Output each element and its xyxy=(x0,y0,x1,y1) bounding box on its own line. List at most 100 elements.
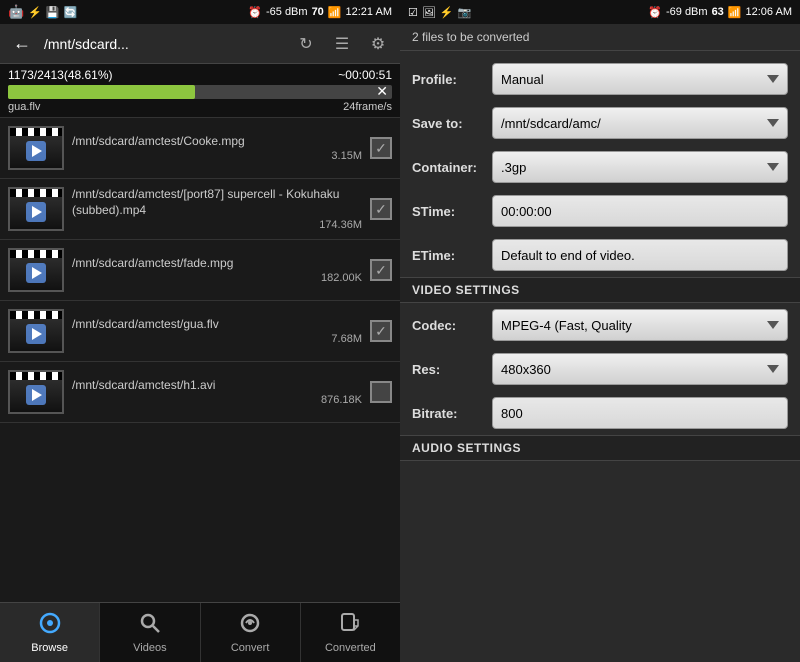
list-item[interactable]: /mnt/sdcard/amctest/[port87] supercell -… xyxy=(0,179,400,240)
bars-value-right: 63 xyxy=(712,6,724,18)
convert-header: 2 files to be converted xyxy=(400,24,800,51)
progress-close-button[interactable]: ✕ xyxy=(376,84,388,98)
alarm-icon-right: ⏰ xyxy=(648,6,662,19)
list-item[interactable]: /mnt/sdcard/amctest/h1.avi 876.18K xyxy=(0,362,400,423)
convert-label: Convert xyxy=(231,642,270,654)
file-checkbox[interactable] xyxy=(370,381,392,403)
right-status-right: ⏰ -69 dBm 63 📶 12:06 AM xyxy=(648,6,792,19)
file-path: /mnt/sdcard/amctest/fade.mpg xyxy=(72,256,362,272)
menu-button[interactable]: ☰ xyxy=(328,30,356,58)
res-label: Res: xyxy=(412,362,492,377)
alarm-icon: ⏰ xyxy=(248,6,262,19)
files-to-convert: 2 files to be converted xyxy=(412,30,529,44)
save-to-dropdown-arrow xyxy=(767,119,779,127)
list-item[interactable]: /mnt/sdcard/amctest/Cooke.mpg 3.15M xyxy=(0,118,400,179)
time-remaining: ~00:00:51 xyxy=(338,68,392,82)
current-filename: gua.flv xyxy=(8,101,40,113)
left-status-right: ⏰ -65 dBm 70 📶 12:21 AM xyxy=(248,6,392,19)
file-checkbox[interactable] xyxy=(370,320,392,342)
browse-icon xyxy=(39,612,61,640)
file-size: 7.68M xyxy=(72,333,362,345)
profile-label: Profile: xyxy=(412,72,492,87)
res-row: Res: 480x360 xyxy=(400,347,800,391)
progress-container: 1173/2413(48.61%) ~00:00:51 ✕ gua.flv 24… xyxy=(0,64,400,118)
back-button[interactable]: ← xyxy=(8,30,36,58)
video-settings-header: VIDEO SETTINGS xyxy=(400,277,800,303)
res-dropdown[interactable]: 480x360 xyxy=(492,353,788,385)
profile-dropdown[interactable]: Manual xyxy=(492,63,788,95)
converted-label: Converted xyxy=(325,642,376,654)
nav-convert[interactable]: Convert xyxy=(201,603,301,662)
file-path: /mnt/sdcard/amctest/Cooke.mpg xyxy=(72,134,362,150)
file-info: /mnt/sdcard/amctest/fade.mpg 182.00K xyxy=(72,256,362,284)
etime-value: Default to end of video. xyxy=(501,248,635,263)
codec-row: Codec: MPEG-4 (Fast, Quality xyxy=(400,303,800,347)
stime-input[interactable]: 00:00:00 xyxy=(492,195,788,227)
list-item[interactable]: /mnt/sdcard/amctest/fade.mpg 182.00K xyxy=(0,240,400,301)
codec-control: MPEG-4 (Fast, Quality xyxy=(492,309,788,341)
file-info: /mnt/sdcard/amctest/h1.avi 876.18K xyxy=(72,378,362,406)
save-to-row: Save to: /mnt/sdcard/amc/ xyxy=(400,101,800,145)
usb-icon: ⚡ xyxy=(28,6,42,19)
profile-control: Manual xyxy=(492,63,788,95)
stime-row: STime: 00:00:00 xyxy=(400,189,800,233)
file-thumbnail xyxy=(8,309,64,353)
signal-bar-icon: 📶 xyxy=(328,6,342,19)
list-item[interactable]: /mnt/sdcard/amctest/gua.flv 7.68M xyxy=(0,301,400,362)
file-thumbnail xyxy=(8,370,64,414)
bitrate-row: Bitrate: 800 xyxy=(400,391,800,435)
settings-button[interactable]: ⚙ xyxy=(364,30,392,58)
picture-status-icon: 🖼 xyxy=(422,6,436,19)
bars-value: 70 xyxy=(312,6,324,18)
file-thumbnail xyxy=(8,248,64,292)
container-label: Container: xyxy=(412,160,492,175)
browse-label: Browse xyxy=(31,642,68,654)
profile-value: Manual xyxy=(501,72,544,87)
container-value: .3gp xyxy=(501,160,526,175)
file-checkbox[interactable] xyxy=(370,198,392,220)
etime-row: ETime: Default to end of video. xyxy=(400,233,800,277)
progress-percent: 1173/2413(48.61%) xyxy=(8,68,113,82)
nav-browse[interactable]: Browse xyxy=(0,603,100,662)
file-checkbox[interactable] xyxy=(370,259,392,281)
save-to-value: /mnt/sdcard/amc/ xyxy=(501,116,601,131)
nav-videos[interactable]: Videos xyxy=(100,603,200,662)
codec-label: Codec: xyxy=(412,318,492,333)
right-status-bar: ☑ 🖼 ⚡ 📷 ⏰ -69 dBm 63 📶 12:06 AM xyxy=(400,0,800,24)
etime-input[interactable]: Default to end of video. xyxy=(492,239,788,271)
right-status-icons: ☑ 🖼 ⚡ 📷 xyxy=(408,6,471,19)
right-panel: ☑ 🖼 ⚡ 📷 ⏰ -69 dBm 63 📶 12:06 AM 2 files … xyxy=(400,0,800,662)
bitrate-value: 800 xyxy=(501,406,523,421)
bottom-nav: Browse Videos Convert Converted xyxy=(0,602,400,662)
file-size: 3.15M xyxy=(72,150,362,162)
save-to-control: /mnt/sdcard/amc/ xyxy=(492,107,788,139)
file-list: /mnt/sdcard/amctest/Cooke.mpg 3.15M /mnt… xyxy=(0,118,400,602)
codec-dropdown[interactable]: MPEG-4 (Fast, Quality xyxy=(492,309,788,341)
file-path: /mnt/sdcard/amctest/[port87] supercell -… xyxy=(72,187,362,218)
file-size: 182.00K xyxy=(72,272,362,284)
container-dropdown[interactable]: .3gp xyxy=(492,151,788,183)
path-bar-actions: ↻ ☰ ⚙ xyxy=(292,30,392,58)
stime-value: 00:00:00 xyxy=(501,204,552,219)
sync-icon: 🔄 xyxy=(64,6,78,19)
stime-control: 00:00:00 xyxy=(492,195,788,227)
file-size: 174.36M xyxy=(72,219,362,231)
save-to-dropdown[interactable]: /mnt/sdcard/amc/ xyxy=(492,107,788,139)
file-thumbnail xyxy=(8,126,64,170)
file-checkbox[interactable] xyxy=(370,137,392,159)
save-to-label: Save to: xyxy=(412,116,492,131)
profile-dropdown-arrow xyxy=(767,75,779,83)
search-icon xyxy=(139,612,161,640)
file-info: /mnt/sdcard/amctest/Cooke.mpg 3.15M xyxy=(72,134,362,162)
res-value: 480x360 xyxy=(501,362,551,377)
current-path: /mnt/sdcard... xyxy=(44,36,284,52)
file-thumbnail xyxy=(8,187,64,231)
signal-strength: -65 dBm xyxy=(266,6,308,18)
signal-bar-icon-right: 📶 xyxy=(728,6,742,19)
refresh-button[interactable]: ↻ xyxy=(292,30,320,58)
bitrate-label: Bitrate: xyxy=(412,406,492,421)
bitrate-input[interactable]: 800 xyxy=(492,397,788,429)
codec-value: MPEG-4 (Fast, Quality xyxy=(501,318,632,333)
nav-converted[interactable]: Converted xyxy=(301,603,400,662)
checkbox-status-icon: ☑ xyxy=(408,6,418,19)
